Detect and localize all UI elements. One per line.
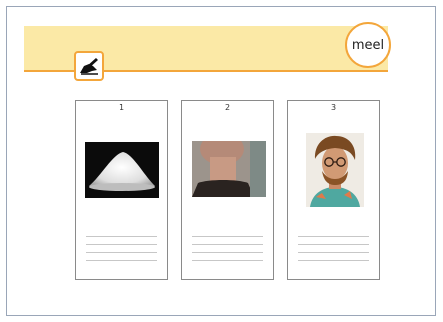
writing-line bbox=[298, 252, 369, 253]
writing-line bbox=[192, 260, 263, 261]
writing-line bbox=[86, 244, 157, 245]
curly-haired-man-photo bbox=[306, 133, 364, 207]
target-word: meel bbox=[351, 37, 385, 53]
hand-writing-icon bbox=[80, 58, 98, 75]
card-number: 2 bbox=[224, 103, 231, 112]
writing-line bbox=[86, 236, 157, 237]
answer-card-3: 3 bbox=[287, 100, 380, 280]
writing-line bbox=[192, 252, 263, 253]
writing-line bbox=[298, 236, 369, 237]
target-word-circle: meel bbox=[345, 22, 391, 68]
answer-card-1: 1 bbox=[75, 100, 168, 280]
writing-task-badge bbox=[74, 51, 104, 81]
writing-line bbox=[192, 236, 263, 237]
flour-pile-photo bbox=[85, 142, 159, 198]
card-number: 3 bbox=[330, 103, 337, 112]
card-number: 1 bbox=[118, 103, 125, 112]
writing-line bbox=[192, 244, 263, 245]
writing-line bbox=[86, 260, 157, 261]
writing-line bbox=[298, 260, 369, 261]
answer-card-2: 2 bbox=[181, 100, 274, 280]
writing-line bbox=[86, 252, 157, 253]
writing-line bbox=[298, 244, 369, 245]
neck-photo bbox=[192, 141, 266, 197]
